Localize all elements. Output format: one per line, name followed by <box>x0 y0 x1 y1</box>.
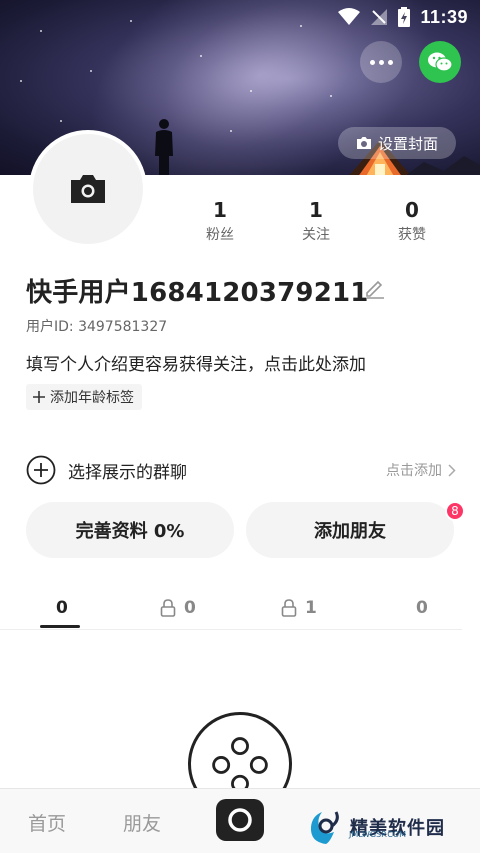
username: 快手用户1684120379211 <box>26 278 369 308</box>
watermark-logo-icon <box>310 811 339 844</box>
bio-placeholder[interactable]: 填写个人介绍更容易获得关注，点击此处添加 <box>26 350 366 375</box>
following-label: 关注 <box>302 227 330 243</box>
group-chat-row[interactable]: 选择展示的群聊 点击添加 <box>26 454 456 486</box>
cover-star <box>230 130 232 132</box>
plus-icon <box>33 391 45 403</box>
more-icon-dot <box>387 59 393 65</box>
lock-icon <box>281 599 297 617</box>
cover-star <box>90 70 92 72</box>
cover-person-silhouette <box>155 119 173 175</box>
followers-count: 1 <box>213 198 227 222</box>
status-bar: 11:39 <box>0 0 480 34</box>
tab-works[interactable]: 0 <box>56 588 68 628</box>
signal-icon <box>371 9 388 25</box>
tab-private[interactable]: 0 <box>160 588 196 628</box>
tab-private-count: 0 <box>184 598 196 618</box>
cover-star <box>20 80 22 82</box>
likes-count: 0 <box>405 198 419 222</box>
content-tabs: 0 0 1 0 <box>0 588 462 630</box>
cover-star <box>330 95 332 97</box>
watermark-subtext: JMLWGSP.COM <box>349 830 407 839</box>
likes-label: 获赞 <box>398 227 426 243</box>
add-age-tag-label: 添加年龄标签 <box>50 390 134 406</box>
camera-shutter-icon <box>228 808 252 832</box>
nav-home[interactable]: 首页 <box>28 809 66 836</box>
likes-stat[interactable]: 0 获赞 <box>382 199 442 244</box>
more-icon <box>369 59 375 65</box>
tab-collection-count: 0 <box>416 598 428 618</box>
wechat-share-button[interactable] <box>419 41 461 83</box>
chevron-right-icon <box>448 463 456 477</box>
nav-friends[interactable]: 朋友 <box>123 809 161 836</box>
avatar[interactable] <box>29 130 147 248</box>
more-icon-dot <box>378 59 384 65</box>
followers-label: 粉丝 <box>206 227 234 243</box>
add-friend-badge: 8 <box>445 501 465 521</box>
wifi-icon <box>338 8 361 25</box>
edit-icon[interactable] <box>364 277 386 299</box>
shoot-button[interactable] <box>216 799 264 841</box>
user-id: 用户ID: 3497581327 <box>26 319 168 335</box>
following-stat[interactable]: 1 关注 <box>286 199 346 244</box>
group-chat-action[interactable]: 点击添加 <box>386 460 456 480</box>
followers-stat[interactable]: 1 粉丝 <box>190 199 250 244</box>
battery-icon <box>398 7 411 27</box>
camera-icon <box>71 175 105 203</box>
wechat-icon <box>428 52 453 72</box>
add-age-tag-button[interactable]: 添加年龄标签 <box>26 384 142 410</box>
following-count: 1 <box>309 198 323 222</box>
set-cover-label: 设置封面 <box>377 134 438 153</box>
group-chat-label: 选择展示的群聊 <box>68 462 187 483</box>
set-cover-button[interactable]: 设置封面 <box>338 127 456 159</box>
active-tab-indicator <box>40 625 80 628</box>
tab-liked-count: 1 <box>305 598 317 618</box>
complete-profile-button[interactable]: 完善资料 0% <box>26 502 234 558</box>
cover-star <box>200 55 202 57</box>
lock-icon <box>160 599 176 617</box>
tab-liked[interactable]: 1 <box>281 588 317 628</box>
camera-icon <box>356 137 371 149</box>
more-button[interactable] <box>360 41 402 83</box>
plus-circle-icon <box>26 455 56 485</box>
tab-works-count: 0 <box>56 598 68 618</box>
tab-collection[interactable]: 0 <box>416 588 428 628</box>
status-time: 11:39 <box>420 6 468 27</box>
group-chat-action-label: 点击添加 <box>386 463 442 479</box>
cover-star <box>60 120 62 122</box>
watermark: 精美软件园 JMLWGSP.COM <box>308 808 445 846</box>
cover-star <box>250 90 252 92</box>
add-friend-button[interactable]: 添加朋友 <box>246 502 454 558</box>
